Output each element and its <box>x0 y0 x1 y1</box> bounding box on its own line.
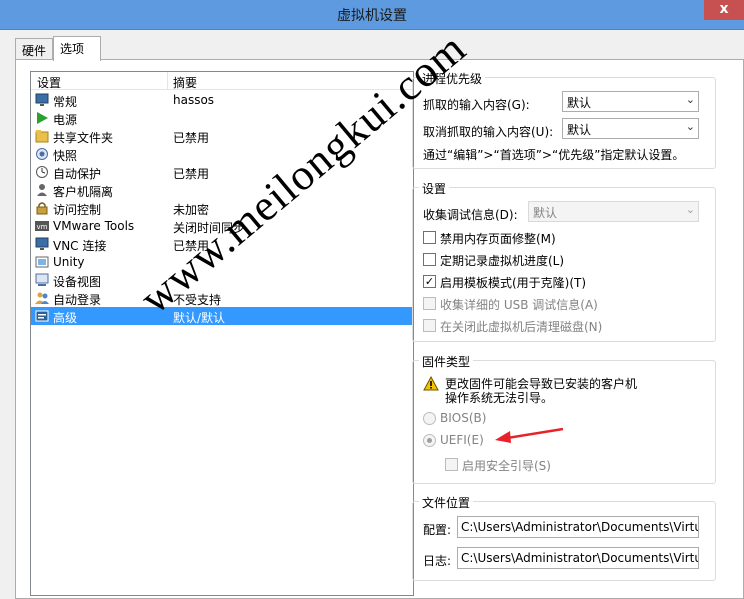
tab-options[interactable]: 选项 <box>53 36 101 61</box>
column-header-setting[interactable]: 设置 <box>37 74 61 91</box>
list-item-summary: 未加密 <box>173 203 210 217</box>
list-item-label: VNC 连接 <box>53 239 107 253</box>
list-item-advanced[interactable]: 高级 默认/默认 <box>31 307 413 325</box>
column-divider <box>167 72 168 89</box>
list-item-label: 快照 <box>53 149 78 163</box>
monitor-icon <box>35 93 49 107</box>
list-item-label: 访问控制 <box>53 203 102 217</box>
checkbox-label: 禁用内存页面修整(M) <box>440 232 556 246</box>
grabbed-input-label: 抓取的输入内容(G): <box>423 98 530 112</box>
lock-icon <box>35 201 49 215</box>
checkbox-label: 定期记录虚拟机进度(L) <box>440 254 565 268</box>
folder-icon <box>35 129 49 143</box>
list-item-summary: hassos <box>173 93 215 107</box>
list-header: 设置 摘要 <box>31 72 413 90</box>
log-label: 日志: <box>423 554 452 568</box>
checkbox-box <box>423 297 436 310</box>
config-path-field[interactable]: C:\Users\Administrator\Documents\Virtual… <box>457 516 699 538</box>
priority-note: 通过“编辑”>“首选项”>“优先级”指定默认设置。 <box>423 148 685 162</box>
users-icon <box>35 291 49 305</box>
column-header-summary[interactable]: 摘要 <box>173 74 197 91</box>
config-label: 配置: <box>423 523 452 537</box>
chevron-down-icon: ⌄ <box>685 93 695 106</box>
priority-group: 进程优先级 抓取的输入内容(G): 默认 ⌄ 取消抓取的输入内容(U): 默认 … <box>412 70 716 169</box>
clock-icon <box>35 165 49 179</box>
list-item-label: Unity <box>53 255 85 269</box>
svg-text:vm: vm <box>37 223 48 231</box>
firmware-warning-line-2: 操作系统无法引导。 <box>445 391 554 405</box>
debug-info-value: 默认 <box>533 206 558 220</box>
vm-icon: vm <box>35 219 49 233</box>
device-icon <box>35 273 49 287</box>
list-item-label: VMware Tools <box>53 219 135 233</box>
radio-label: BIOS(B) <box>440 411 487 425</box>
checkbox-box <box>445 458 458 471</box>
unity-icon <box>35 255 49 269</box>
user-icon <box>35 183 49 197</box>
checkbox-box <box>423 253 436 266</box>
debug-info-select[interactable]: 默认 ⌄ <box>528 201 699 222</box>
list-item-label: 电源 <box>53 113 78 127</box>
warning-icon <box>423 375 439 394</box>
tab-hardware[interactable]: 硬件 <box>15 38 53 60</box>
advanced-icon <box>35 309 49 323</box>
file-location-group-title: 文件位置 <box>419 494 474 511</box>
list-item-summary: 已禁用 <box>173 167 210 181</box>
chevron-down-icon: ⌄ <box>685 203 695 216</box>
firmware-group-title: 固件类型 <box>419 353 474 370</box>
list-item-autoprotect[interactable]: 自动保护 已禁用 <box>31 163 413 181</box>
file-location-group: 文件位置 配置: C:\Users\Administrator\Document… <box>412 494 716 581</box>
checkbox-label: 启用模板模式(用于克隆)(T) <box>440 276 587 290</box>
list-item-autologin[interactable]: 自动登录 不受支持 <box>31 289 413 307</box>
list-item-label: 设备视图 <box>53 275 102 289</box>
grabbed-input-select[interactable]: 默认 ⌄ <box>562 91 699 112</box>
settings-group: 设置 收集调试信息(D): 默认 ⌄ 禁用内存页面修整(M) 定期记录虚拟机进度… <box>412 180 716 342</box>
debug-info-label: 收集调试信息(D): <box>423 208 518 222</box>
close-button[interactable]: x <box>704 0 744 20</box>
checkbox-box <box>423 231 436 244</box>
chevron-down-icon: ⌄ <box>685 120 695 133</box>
checkbox-box <box>423 319 436 332</box>
list-item-summary: 已禁用 <box>173 131 210 145</box>
title-bar: 虚拟机设置 x <box>0 0 744 30</box>
camera-icon <box>35 147 49 161</box>
list-item-label: 共享文件夹 <box>53 131 114 145</box>
ungrabbed-input-label: 取消抓取的输入内容(U): <box>423 125 554 139</box>
list-item-guest-isolation[interactable]: 客户机隔离 <box>31 181 413 199</box>
ungrabbed-input-select[interactable]: 默认 ⌄ <box>562 118 699 139</box>
list-item-label: 客户机隔离 <box>53 185 114 199</box>
play-icon <box>35 111 49 125</box>
settings-group-title: 设置 <box>419 180 450 197</box>
log-path-field[interactable]: C:\Users\Administrator\Documents\Virtual… <box>457 547 699 569</box>
annotation-arrow <box>495 427 564 443</box>
list-item-label: 常规 <box>53 95 78 109</box>
window-title: 虚拟机设置 <box>337 8 407 24</box>
check-icon: ✓ <box>423 275 436 288</box>
list-item-summary: 默认/默认 <box>173 311 226 325</box>
radio-button <box>423 434 436 447</box>
list-item-label: 自动登录 <box>53 293 102 307</box>
checkbox-label: 在关闭此虚拟机后清理磁盘(N) <box>440 320 603 334</box>
list-item-label: 高级 <box>53 311 78 325</box>
checkbox-label: 收集详细的 USB 调试信息(A) <box>440 298 598 312</box>
grabbed-input-value: 默认 <box>567 96 592 110</box>
list-item-label: 自动保护 <box>53 167 102 181</box>
radio-label: UEFI(E) <box>440 433 484 447</box>
firmware-group: 固件类型 更改固件可能会导致已安装的客户机 操作系统无法引导。 BIOS(B) … <box>412 353 716 484</box>
radio-button <box>423 412 436 425</box>
checkbox-label: 启用安全引导(S) <box>462 459 551 473</box>
monitor-icon <box>35 237 49 251</box>
ungrabbed-input-value: 默认 <box>567 123 592 137</box>
